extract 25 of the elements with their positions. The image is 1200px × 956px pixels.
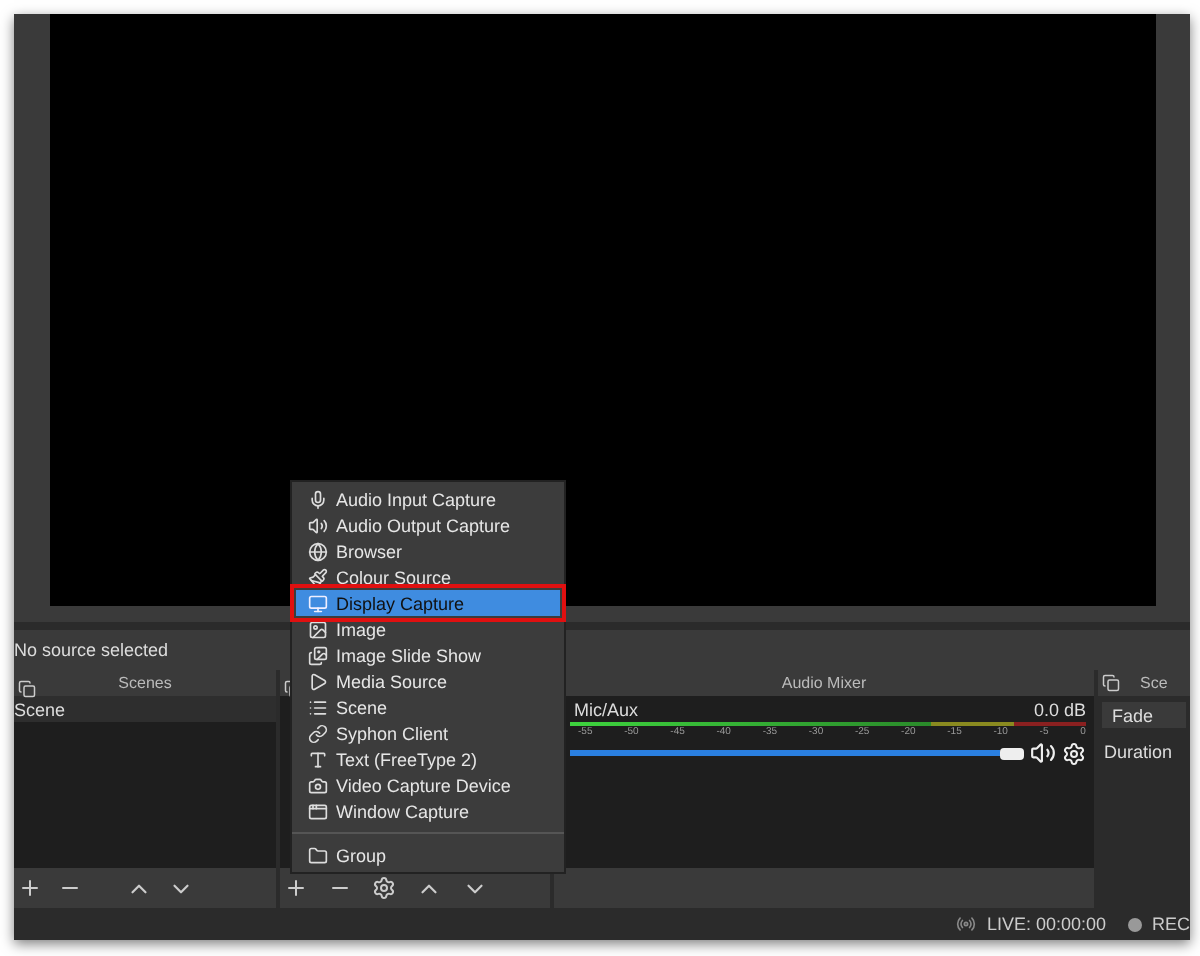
scene-item[interactable]: Scene (14, 696, 276, 722)
transition-select[interactable]: Fade (1102, 702, 1186, 728)
dock-title: Audio Mixer (781, 674, 867, 692)
menu-item[interactable]: Window Capture (296, 798, 560, 824)
duration-label: Duration (1102, 740, 1175, 766)
menu-item[interactable]: Syphon Client (296, 720, 560, 746)
menu-item[interactable]: Audio Output Capture (296, 512, 560, 538)
menu-item[interactable]: Colour Source (296, 564, 560, 590)
menu-item[interactable]: Video Capture Device (296, 772, 560, 798)
menu-item[interactable]: Scene (296, 694, 560, 720)
channel-name: Mic/Aux (574, 700, 639, 720)
menu-item[interactable]: Group (296, 842, 560, 868)
live-status: LIVE: 00:00:00 (986, 914, 1106, 934)
menu-item[interactable]: Image Slide Show (296, 642, 560, 668)
menu-item[interactable]: Display Capture (296, 590, 560, 616)
record-status: REC (1151, 914, 1190, 934)
menu-item[interactable]: Browser (296, 538, 560, 564)
menu-item[interactable]: Audio Input Capture (296, 486, 560, 512)
dock-title: Sce (1140, 674, 1168, 692)
source-status: No source selected (14, 640, 169, 660)
volume-reading: 0.0 dB (1033, 700, 1086, 720)
menu-item[interactable]: Media Source (296, 668, 560, 694)
dock-title: Scenes (118, 674, 172, 692)
menu-item[interactable]: Image (296, 616, 560, 642)
menu-item[interactable]: Text (FreeType 2) (296, 746, 560, 772)
